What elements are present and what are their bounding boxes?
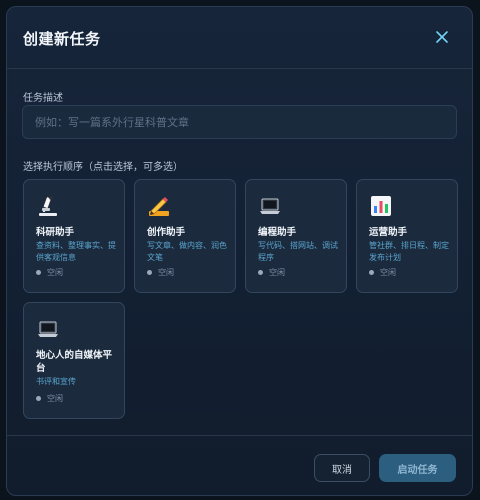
agent-status: 空闲 — [147, 267, 174, 278]
status-dot — [147, 270, 152, 275]
agent-description: 写代码、搭网站、调试程序 — [258, 241, 338, 262]
start-task-button[interactable]: 启动任务 — [379, 454, 456, 482]
status-dot — [369, 270, 374, 275]
close-icon — [436, 31, 448, 43]
agent-description: 管社群、排日程、制定发布计划 — [369, 241, 449, 262]
agent-name: 运营助手 — [369, 227, 408, 238]
laptop-icon — [38, 321, 58, 337]
create-task-modal: 创建新任务 任务描述 选择执行顺序（点击选择，可多选） 科研助手 查资料、整理事… — [6, 6, 473, 496]
laptop-icon — [260, 198, 280, 214]
agent-status: 空闲 — [258, 267, 285, 278]
status-dot — [36, 396, 41, 401]
modal-header: 创建新任务 — [7, 7, 472, 69]
status-dot — [258, 270, 263, 275]
status-dot — [36, 270, 41, 275]
agent-card-self-media[interactable]: 地心人的自媒体平台 书评和宣传 空闲 — [23, 302, 125, 419]
bar-chart-icon — [371, 196, 391, 216]
status-text: 空闲 — [158, 268, 174, 277]
task-description-input[interactable] — [22, 105, 457, 139]
pencil-icon — [149, 197, 169, 216]
status-text: 空闲 — [380, 268, 396, 277]
modal-title: 创建新任务 — [23, 30, 101, 48]
status-text: 空闲 — [47, 268, 63, 277]
agent-status: 空闲 — [36, 393, 63, 404]
description-label: 任务描述 — [23, 93, 63, 104]
microscope-icon — [39, 196, 57, 216]
agent-name: 地心人的自媒体平台 — [36, 350, 113, 374]
agent-name: 编程助手 — [258, 227, 297, 238]
agent-card-operations[interactable]: 运营助手 管社群、排日程、制定发布计划 空闲 — [356, 179, 458, 293]
status-text: 空闲 — [269, 268, 285, 277]
agent-status: 空闲 — [36, 267, 63, 278]
cancel-button[interactable]: 取消 — [314, 454, 370, 482]
close-button[interactable] — [434, 29, 450, 45]
agent-card-research[interactable]: 科研助手 查资料、整理事实、提供客观信息 空闲 — [23, 179, 125, 293]
agent-status: 空闲 — [369, 267, 396, 278]
modal-footer: 取消 启动任务 — [7, 435, 472, 495]
agent-card-writing[interactable]: 创作助手 写文章、做内容、润色文笔 空闲 — [134, 179, 236, 293]
agent-selection-label: 选择执行顺序（点击选择，可多选） — [23, 162, 183, 173]
agent-description: 书评和宣传 — [36, 377, 76, 386]
agent-name: 创作助手 — [147, 227, 186, 238]
agent-name: 科研助手 — [36, 227, 75, 238]
agent-description: 写文章、做内容、润色文笔 — [147, 241, 227, 262]
agent-card-programming[interactable]: 编程助手 写代码、搭网站、调试程序 空闲 — [245, 179, 347, 293]
status-text: 空闲 — [47, 394, 63, 403]
agent-description: 查资料、整理事实、提供客观信息 — [36, 241, 116, 262]
